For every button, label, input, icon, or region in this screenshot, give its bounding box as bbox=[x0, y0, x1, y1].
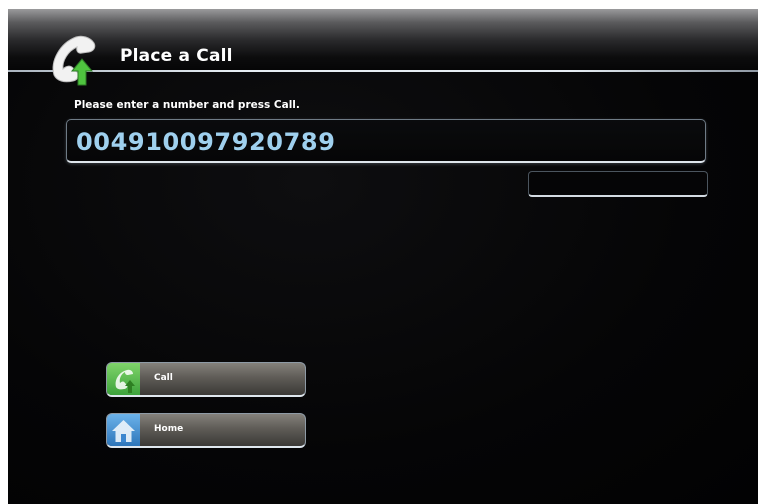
suggestion-box[interactable] bbox=[528, 171, 708, 197]
instruction-text: Please enter a number and press Call. bbox=[74, 99, 300, 111]
page-title: Place a Call bbox=[120, 46, 233, 66]
phone-handset-icon bbox=[107, 363, 140, 395]
phone-number-value: 004910097920789 bbox=[76, 128, 336, 156]
home-button[interactable]: Home bbox=[106, 413, 306, 448]
header-divider bbox=[8, 70, 758, 72]
tv-screen: Place a Call Please enter a number and p… bbox=[8, 9, 758, 504]
call-button[interactable]: Call bbox=[106, 362, 306, 397]
home-button-label: Home bbox=[154, 424, 184, 434]
phone-handset-icon bbox=[52, 35, 96, 86]
phone-number-field[interactable]: 004910097920789 bbox=[66, 119, 706, 163]
call-button-label: Call bbox=[154, 373, 173, 383]
home-icon bbox=[107, 414, 140, 446]
